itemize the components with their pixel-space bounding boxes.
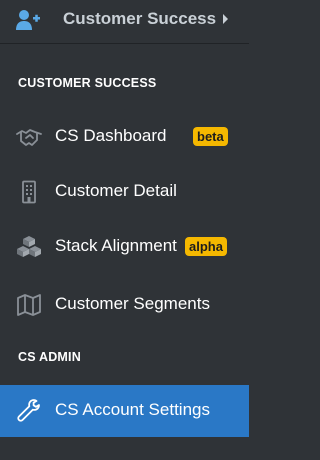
nav-item-label: CS Account Settings bbox=[55, 400, 210, 419]
nav-item-label: Stack Alignment bbox=[55, 236, 177, 255]
nav-item-customer-detail[interactable]: Customer Detail bbox=[0, 170, 249, 214]
nav-item-customer-segments[interactable]: Customer Segments bbox=[0, 283, 249, 327]
nav-item-stack-alignment[interactable]: Stack Alignment alpha bbox=[0, 225, 249, 269]
sidebar-bottom bbox=[0, 437, 249, 460]
section-header-cs-admin: CS ADMIN bbox=[18, 350, 81, 364]
nav-item-label: Customer Segments bbox=[55, 294, 210, 313]
wrench-icon bbox=[16, 398, 42, 422]
beta-badge: beta bbox=[193, 127, 228, 146]
building-icon bbox=[16, 180, 42, 204]
nav-item-cs-dashboard[interactable]: CS Dashboard beta bbox=[0, 115, 249, 159]
sidebar-panel: Customer Success CUSTOMER SUCCESS CS Das… bbox=[0, 0, 249, 460]
nav-item-label: Customer Detail bbox=[55, 181, 177, 200]
nav-item-cs-account-settings[interactable]: CS Account Settings bbox=[0, 385, 249, 437]
header-divider bbox=[0, 43, 249, 44]
map-icon bbox=[16, 293, 42, 317]
alpha-badge: alpha bbox=[185, 237, 227, 256]
product-switcher[interactable]: Customer Success bbox=[0, 0, 249, 43]
product-title: Customer Success bbox=[63, 9, 217, 28]
cubes-icon bbox=[16, 235, 42, 259]
user-plus-icon bbox=[16, 9, 40, 31]
nav-item-label: CS Dashboard bbox=[55, 126, 167, 145]
section-header-customer-success: CUSTOMER SUCCESS bbox=[18, 76, 157, 90]
caret-right-icon bbox=[223, 14, 228, 24]
handshake-icon bbox=[16, 125, 42, 149]
